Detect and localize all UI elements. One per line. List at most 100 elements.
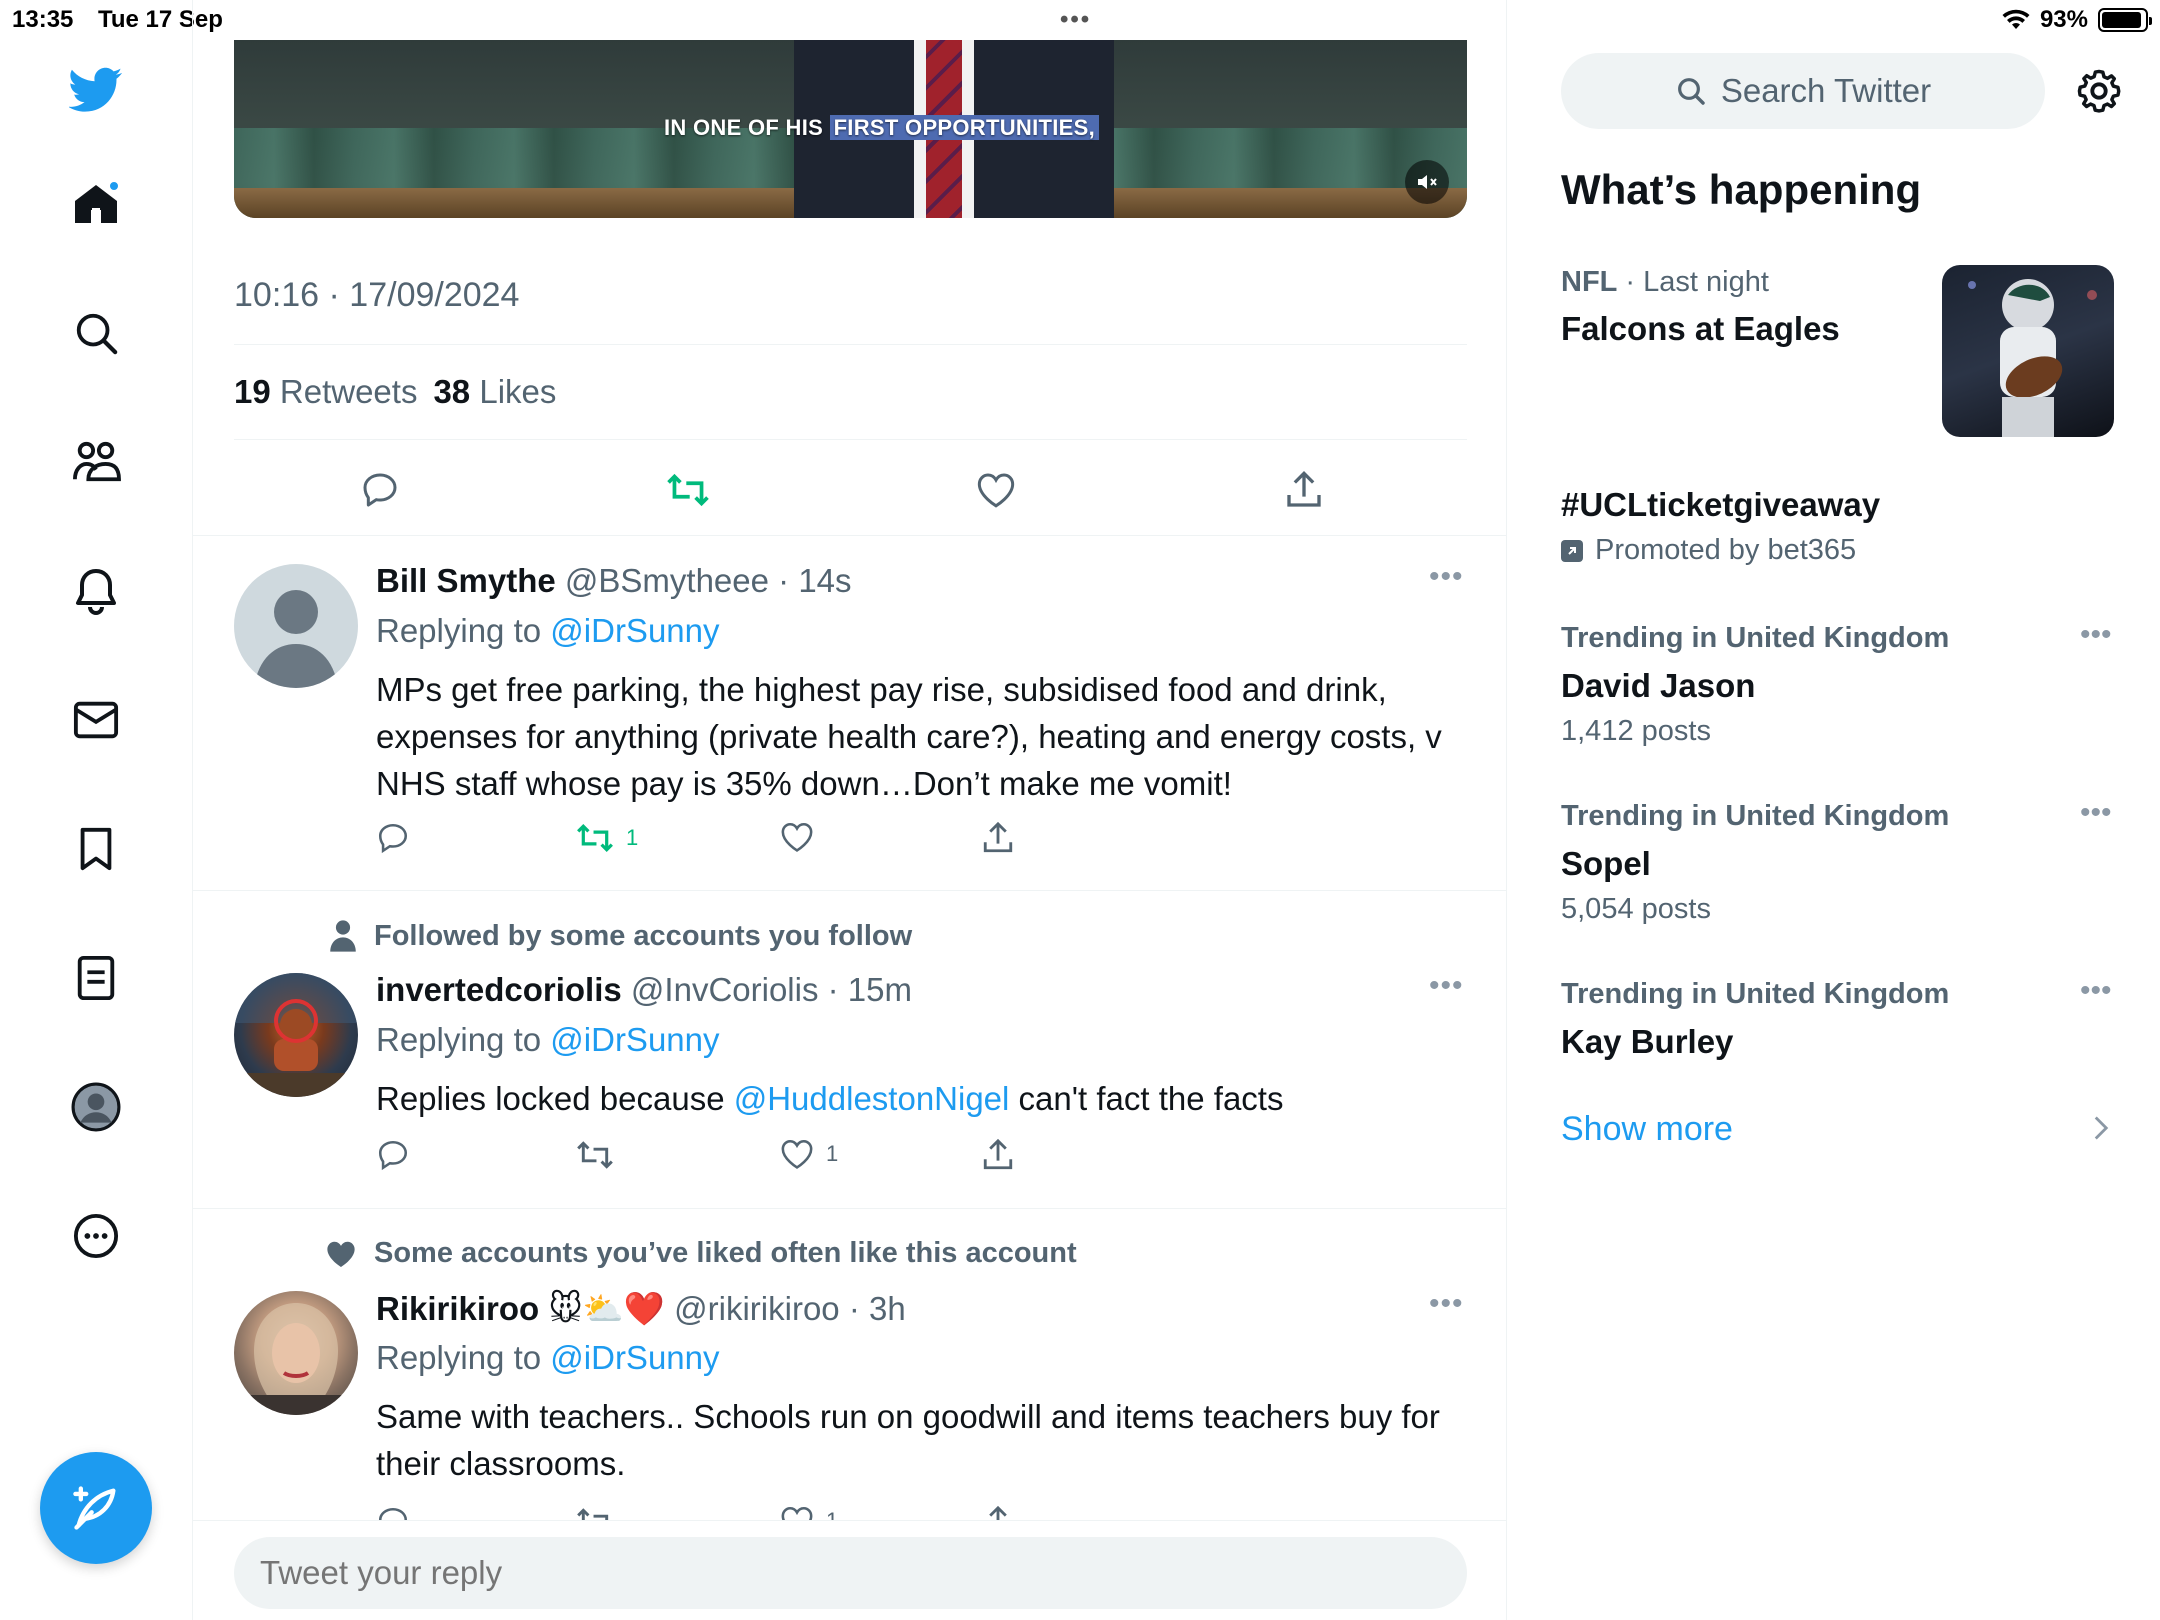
- display-name[interactable]: Bill Smythe: [376, 562, 556, 599]
- more-options-icon[interactable]: •••: [2080, 796, 2112, 830]
- mention-link[interactable]: @iDrSunny: [550, 612, 719, 649]
- like-button[interactable]: 1: [780, 1138, 838, 1170]
- twitter-bird-icon[interactable]: [66, 60, 126, 120]
- reply-icon: [378, 1140, 408, 1171]
- share-button[interactable]: [982, 821, 1014, 855]
- like-count: 1: [826, 1141, 839, 1166]
- more-icon[interactable]: [66, 1206, 126, 1266]
- left-navigation: [0, 0, 193, 1620]
- like-button[interactable]: [966, 460, 1026, 520]
- reply-text: Same with teachers.. Schools run on good…: [376, 1398, 1440, 1482]
- mention-link[interactable]: @HuddlestonNigel: [734, 1080, 1010, 1117]
- reply-text: MPs get free parking, the highest pay ri…: [376, 671, 1442, 802]
- promoted-label: Promoted by bet365: [1561, 534, 1856, 567]
- retweet-icon: [577, 1141, 613, 1169]
- reply-input[interactable]: [234, 1537, 1467, 1609]
- chevron-right-icon[interactable]: [2092, 1114, 2110, 1142]
- more-options-icon[interactable]: •••: [1429, 560, 1464, 594]
- bookmarks-icon[interactable]: [66, 819, 126, 879]
- mention-link[interactable]: @iDrSunny: [550, 1339, 719, 1376]
- retweet-button[interactable]: [658, 460, 718, 520]
- retweet-icon: [577, 824, 613, 852]
- avatar[interactable]: [234, 564, 358, 688]
- replying-to: Replying to @iDrSunny: [376, 612, 720, 649]
- more-options-icon[interactable]: •••: [2080, 618, 2112, 652]
- video-caption: IN ONE OF HIS FIRST OPPORTUNITIES,: [664, 115, 1100, 141]
- person-icon: [330, 920, 356, 952]
- settings-button[interactable]: [2076, 68, 2122, 114]
- display-name[interactable]: Rikirikiroo 🐭⛅❤️: [376, 1290, 665, 1327]
- notifications-icon[interactable]: [66, 561, 126, 621]
- heart-icon: [781, 1139, 813, 1169]
- divider: [234, 344, 1467, 345]
- retweet-count: 1: [626, 825, 639, 850]
- trend-meta: NFL · Last night: [1561, 266, 1769, 298]
- tweet-detail-column: IN ONE OF HIS FIRST OPPORTUNITIES, 10:16…: [193, 0, 1507, 1620]
- heart-icon: [781, 822, 813, 852]
- trend-meta: Trending in United Kingdom: [1561, 978, 1950, 1010]
- likes-stat[interactable]: 38 Likes: [433, 373, 556, 411]
- more-options-icon[interactable]: •••: [1429, 1287, 1464, 1321]
- profile-icon[interactable]: [66, 1077, 126, 1137]
- right-sidebar: Search Twitter What’s happening NFL · La…: [1508, 0, 2160, 1620]
- like-button[interactable]: [780, 821, 826, 853]
- home-icon[interactable]: [66, 174, 126, 234]
- reply-actions: 1: [376, 821, 1056, 861]
- retweet-button[interactable]: [576, 1138, 626, 1172]
- more-options-icon[interactable]: •••: [1429, 969, 1464, 1003]
- social-context-text: Followed by some accounts you follow: [374, 919, 913, 952]
- reply-text: Replies locked because @HuddlestonNigel …: [376, 1080, 1284, 1117]
- reply-time: · 15m: [827, 971, 912, 1008]
- reply-tweet[interactable]: Bill Smythe @BSmytheee · 14s ••• Replyin…: [193, 536, 1506, 890]
- communities-icon[interactable]: [66, 432, 126, 492]
- reply-time: · 14s: [778, 562, 852, 599]
- trend-title: Sopel: [1561, 845, 1651, 882]
- share-icon: [983, 1138, 1013, 1170]
- social-context-text: Some accounts you’ve liked often like th…: [374, 1237, 1077, 1269]
- user-handle[interactable]: @BSmytheee: [565, 562, 769, 599]
- lists-icon[interactable]: [66, 948, 126, 1008]
- promoted-icon: [1561, 539, 1583, 562]
- trend-thumbnail[interactable]: [1942, 265, 2114, 437]
- messages-icon[interactable]: [66, 690, 126, 750]
- avatar[interactable]: [234, 1291, 358, 1415]
- social-context: Followed by some accounts you follow: [318, 919, 912, 953]
- reply-icon: [363, 473, 397, 507]
- search-icon[interactable]: [66, 303, 126, 363]
- user-handle[interactable]: @InvCoriolis: [631, 971, 819, 1008]
- reply-tweet[interactable]: Followed by some accounts you follow inv…: [193, 891, 1506, 1208]
- trend-title: Kay Burley: [1561, 1023, 1734, 1060]
- tweet-video[interactable]: IN ONE OF HIS FIRST OPPORTUNITIES,: [234, 40, 1467, 218]
- more-options-icon[interactable]: •••: [2080, 974, 2112, 1008]
- tweet-stats: 19 Retweets 38 Likes: [234, 373, 556, 411]
- reply-button[interactable]: [376, 1138, 410, 1172]
- share-button[interactable]: [1274, 460, 1334, 520]
- muted-speaker-icon: [1418, 175, 1437, 189]
- user-handle[interactable]: @rikirikiroo: [674, 1290, 840, 1327]
- retweets-stat[interactable]: 19 Retweets: [234, 373, 417, 411]
- display-name[interactable]: invertedcoriolis: [376, 971, 622, 1008]
- show-more-link[interactable]: Show more: [1561, 1110, 1733, 1149]
- home-notification-dot: [108, 180, 120, 192]
- search-icon: [1677, 78, 1705, 105]
- reply-time: · 3h: [848, 1290, 906, 1327]
- reply-button[interactable]: [350, 460, 410, 520]
- search-box[interactable]: Search Twitter: [1561, 53, 2045, 129]
- reply-button[interactable]: [376, 821, 410, 855]
- mention-link[interactable]: @iDrSunny: [550, 1021, 719, 1058]
- retweet-button[interactable]: 1: [576, 821, 638, 855]
- reply-header: Rikirikiroo 🐭⛅❤️ @rikirikiroo · 3h: [376, 1289, 906, 1329]
- trend-title: David Jason: [1561, 667, 1756, 704]
- avatar[interactable]: [234, 973, 358, 1097]
- tweet-action-bar: [234, 460, 1467, 520]
- share-button[interactable]: [982, 1138, 1014, 1172]
- share-icon: [1287, 470, 1321, 507]
- reply-icon: [378, 823, 408, 854]
- trend-count: 5,054 posts: [1561, 893, 1711, 925]
- mute-button[interactable]: [1405, 160, 1449, 204]
- retweet-icon: [667, 473, 709, 507]
- trend-count: 1,412 posts: [1561, 715, 1711, 747]
- compose-tweet-icon: [73, 1486, 116, 1530]
- reply-tweet[interactable]: Some accounts you’ve liked often like th…: [193, 1209, 1506, 1538]
- compose-tweet-button[interactable]: [40, 1452, 152, 1564]
